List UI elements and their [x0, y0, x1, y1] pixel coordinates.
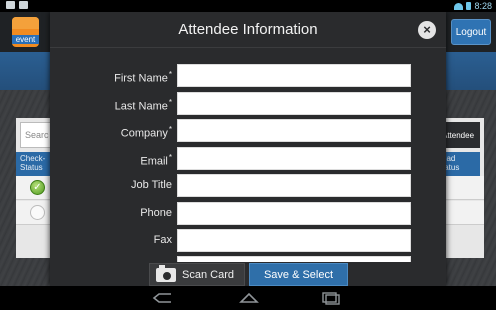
first-name-field[interactable] [177, 64, 411, 87]
dialog-footer: Scan Card Save & Select [50, 262, 446, 286]
company-field[interactable] [177, 119, 411, 142]
close-icon[interactable]: × [418, 21, 436, 39]
lead-status-header-line1: ead [442, 154, 456, 163]
unchecked-icon[interactable] [30, 205, 45, 220]
recent-apps-icon[interactable] [321, 291, 341, 305]
company-row: Company* [50, 118, 446, 142]
phone-row: Phone [50, 201, 446, 225]
check-status-header-line1: Check- [20, 154, 46, 163]
battery-icon [466, 2, 472, 10]
phone-field[interactable] [177, 202, 411, 225]
home-icon[interactable] [238, 292, 260, 304]
check-status-column-header: Check- Status [16, 152, 50, 176]
required-marker: * [168, 153, 172, 162]
dialog-title: Attendee Information [178, 21, 318, 38]
navigation-bar [0, 286, 496, 310]
scan-card-button[interactable]: Scan Card [149, 263, 245, 286]
status-bar: 8:28 [0, 0, 496, 12]
wifi-icon [454, 2, 464, 10]
camera-icon [156, 264, 176, 282]
attendee-form: First Name* Last Name* Company* Email* J… [50, 48, 446, 262]
job-title-row: Job Title [50, 173, 446, 197]
required-marker: * [168, 70, 172, 79]
phone-label: Phone [140, 207, 172, 219]
first-name-label: First Name [114, 72, 168, 85]
last-name-field[interactable] [177, 92, 411, 115]
logout-button[interactable]: Logout [451, 19, 491, 45]
company-label: Company [120, 127, 168, 140]
app-logo[interactable]: event [12, 17, 39, 47]
required-marker: * [168, 98, 172, 107]
email-label: Email [140, 155, 168, 168]
lead-status-header-line2: tatus [442, 163, 460, 172]
dialog-title-bar: Attendee Information × [50, 12, 446, 48]
first-name-row: First Name* [50, 63, 446, 87]
fax-label: Fax [153, 234, 172, 246]
mail-notification-icon [19, 1, 28, 9]
email-row: Email* [50, 146, 446, 170]
back-icon[interactable] [151, 292, 175, 304]
attendee-information-dialog: Attendee Information × First Name* Last … [50, 12, 446, 286]
fax-field[interactable] [177, 229, 411, 252]
next-field-row [50, 255, 446, 262]
email-field[interactable] [177, 147, 411, 170]
job-title-field[interactable] [177, 174, 411, 197]
check-status-header-line2: Status [20, 163, 43, 172]
save-and-select-button[interactable]: Save & Select [249, 263, 348, 286]
checked-icon[interactable]: ✓ [30, 180, 45, 195]
required-marker: * [168, 125, 172, 134]
app-logo-text: event [12, 35, 39, 44]
scan-card-label: Scan Card [182, 268, 234, 281]
image-notification-icon [6, 1, 15, 9]
last-name-label: Last Name [114, 100, 168, 113]
last-name-row: Last Name* [50, 91, 446, 115]
fax-row: Fax [50, 228, 446, 252]
job-title-label: Job Title [131, 179, 172, 191]
clock: 8:28 [474, 1, 492, 11]
